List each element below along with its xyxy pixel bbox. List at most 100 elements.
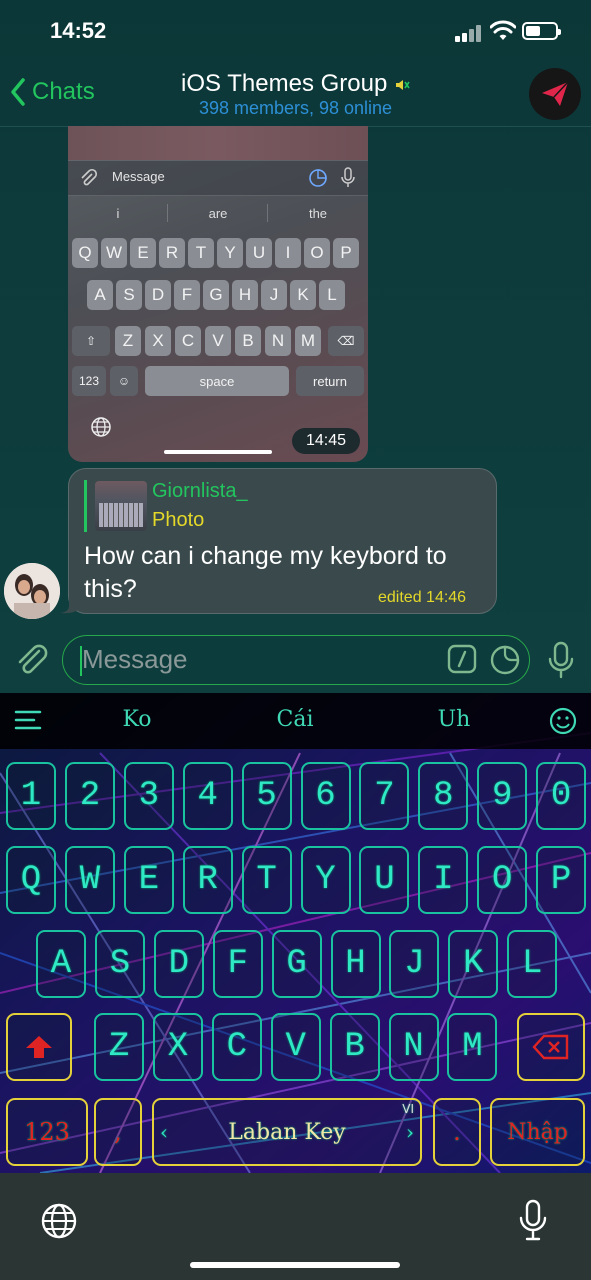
image-suggestion: the [308,206,328,221]
globe-icon[interactable] [40,1202,78,1240]
number-key[interactable]: 6 [300,762,351,830]
keyboard-suggestion[interactable]: Ko [77,707,197,732]
number-key[interactable]: 2 [64,762,115,830]
thumb-keys [99,503,143,527]
letter-key[interactable]: G [271,930,322,998]
letter-key[interactable]: J [389,930,440,998]
image-key: S [116,280,142,310]
letter-key[interactable]: Z [94,1013,144,1081]
space-key[interactable]: ‹ Laban Key › VI [152,1098,422,1166]
reply-media-type: Photo [152,509,205,531]
reply-thumbnail[interactable] [95,481,147,531]
letter-key[interactable]: X [152,1013,203,1081]
letter-key[interactable]: I [418,846,469,914]
letter-key[interactable]: U [359,846,410,914]
sticker-icon [309,169,327,187]
letter-key[interactable]: A [36,930,86,998]
image-key: W [101,238,127,268]
image-key: B [235,326,261,356]
image-key-123: 123 [72,366,106,396]
letter-key[interactable]: D [153,930,204,998]
letter-key[interactable]: V [270,1013,321,1081]
period-key[interactable]: . [433,1098,481,1166]
number-key[interactable]: 7 [359,762,410,830]
delete-icon: ⌫ [328,326,364,356]
language-indicator: VI [402,1102,414,1116]
attach-icon[interactable] [12,640,50,678]
sender-avatar[interactable] [4,563,60,619]
letter-key[interactable]: L [507,930,558,998]
image-key: A [87,280,113,310]
dictation-mic-icon[interactable] [518,1198,548,1242]
keyboard-suggestion[interactable]: Uh [394,707,514,732]
sticker-icon[interactable] [489,644,521,676]
emoji-icon: ☺ [110,366,138,396]
number-key[interactable]: 5 [241,762,292,830]
chat-screen: 14:52 Chats iOS Themes Group 398 members… [0,0,591,1280]
letter-key[interactable]: M [447,1013,498,1081]
suggestion-divider [167,204,168,222]
comma-key[interactable]: , [94,1098,142,1166]
group-avatar[interactable] [529,68,581,120]
letter-key[interactable]: R [182,846,233,914]
shift-key[interactable] [6,1013,72,1081]
bubble-tail [60,592,78,614]
message-edited-time: edited 14:46 [378,589,467,606]
image-key: U [246,238,272,268]
backspace-icon [532,1034,569,1060]
image-key-return: return [296,366,364,396]
delete-key[interactable] [517,1013,585,1081]
image-key: G [203,280,229,310]
letter-key[interactable]: B [329,1013,380,1081]
number-key[interactable]: 3 [123,762,174,830]
emoji-icon[interactable] [549,707,577,735]
letter-key[interactable]: C [211,1013,262,1081]
reply-indicator [84,480,87,532]
sender-photo [4,563,60,619]
image-message[interactable]: Message i are the QWERTYUIOP ASDFGHJKL ZXC… [68,126,368,462]
number-key[interactable]: 9 [477,762,528,830]
chevron-left-icon: ‹ [160,1120,168,1144]
number-key[interactable]: 8 [418,762,469,830]
command-icon[interactable] [447,644,477,674]
image-message-placeholder: Message [112,169,165,184]
image-key: L [319,280,345,310]
letter-key[interactable]: S [94,930,145,998]
image-key: C [175,326,201,356]
chat-title[interactable]: iOS Themes Group [0,70,591,98]
letter-key[interactable]: T [241,846,292,914]
letter-key[interactable]: F [212,930,263,998]
letter-key[interactable]: P [536,846,587,914]
image-key: Z [115,326,141,356]
number-key[interactable]: 0 [536,762,587,830]
letter-key[interactable]: H [330,930,381,998]
letter-key[interactable]: O [477,846,528,914]
image-suggestion: i [116,206,120,221]
letter-key[interactable]: Q [6,846,56,914]
menu-icon[interactable] [14,709,42,731]
image-key: H [232,280,258,310]
suggestion-divider [267,204,268,222]
image-key: O [304,238,330,268]
enter-key[interactable]: Nhập [490,1098,585,1166]
number-key[interactable]: 4 [182,762,233,830]
muted-icon [395,79,410,90]
image-key: Y [217,238,243,268]
reply-sender-name[interactable]: Giornlista_ [152,480,248,503]
numbers-key[interactable]: 123 [6,1098,88,1166]
paper-plane-icon [542,81,569,106]
letter-key[interactable]: K [448,930,499,998]
microphone-icon[interactable] [546,640,576,680]
image-key: E [130,238,156,268]
letter-key[interactable]: E [123,846,174,914]
home-indicator[interactable] [190,1262,400,1268]
letter-key[interactable]: Y [300,846,351,914]
keyboard-suggestion[interactable]: Cái [235,707,355,732]
image-key: J [261,280,287,310]
number-key[interactable]: 1 [6,762,56,830]
image-key: X [145,326,171,356]
letter-key[interactable]: W [64,846,115,914]
letter-key[interactable]: N [388,1013,439,1081]
image-suggestion: are [208,206,228,221]
image-key: D [145,280,171,310]
